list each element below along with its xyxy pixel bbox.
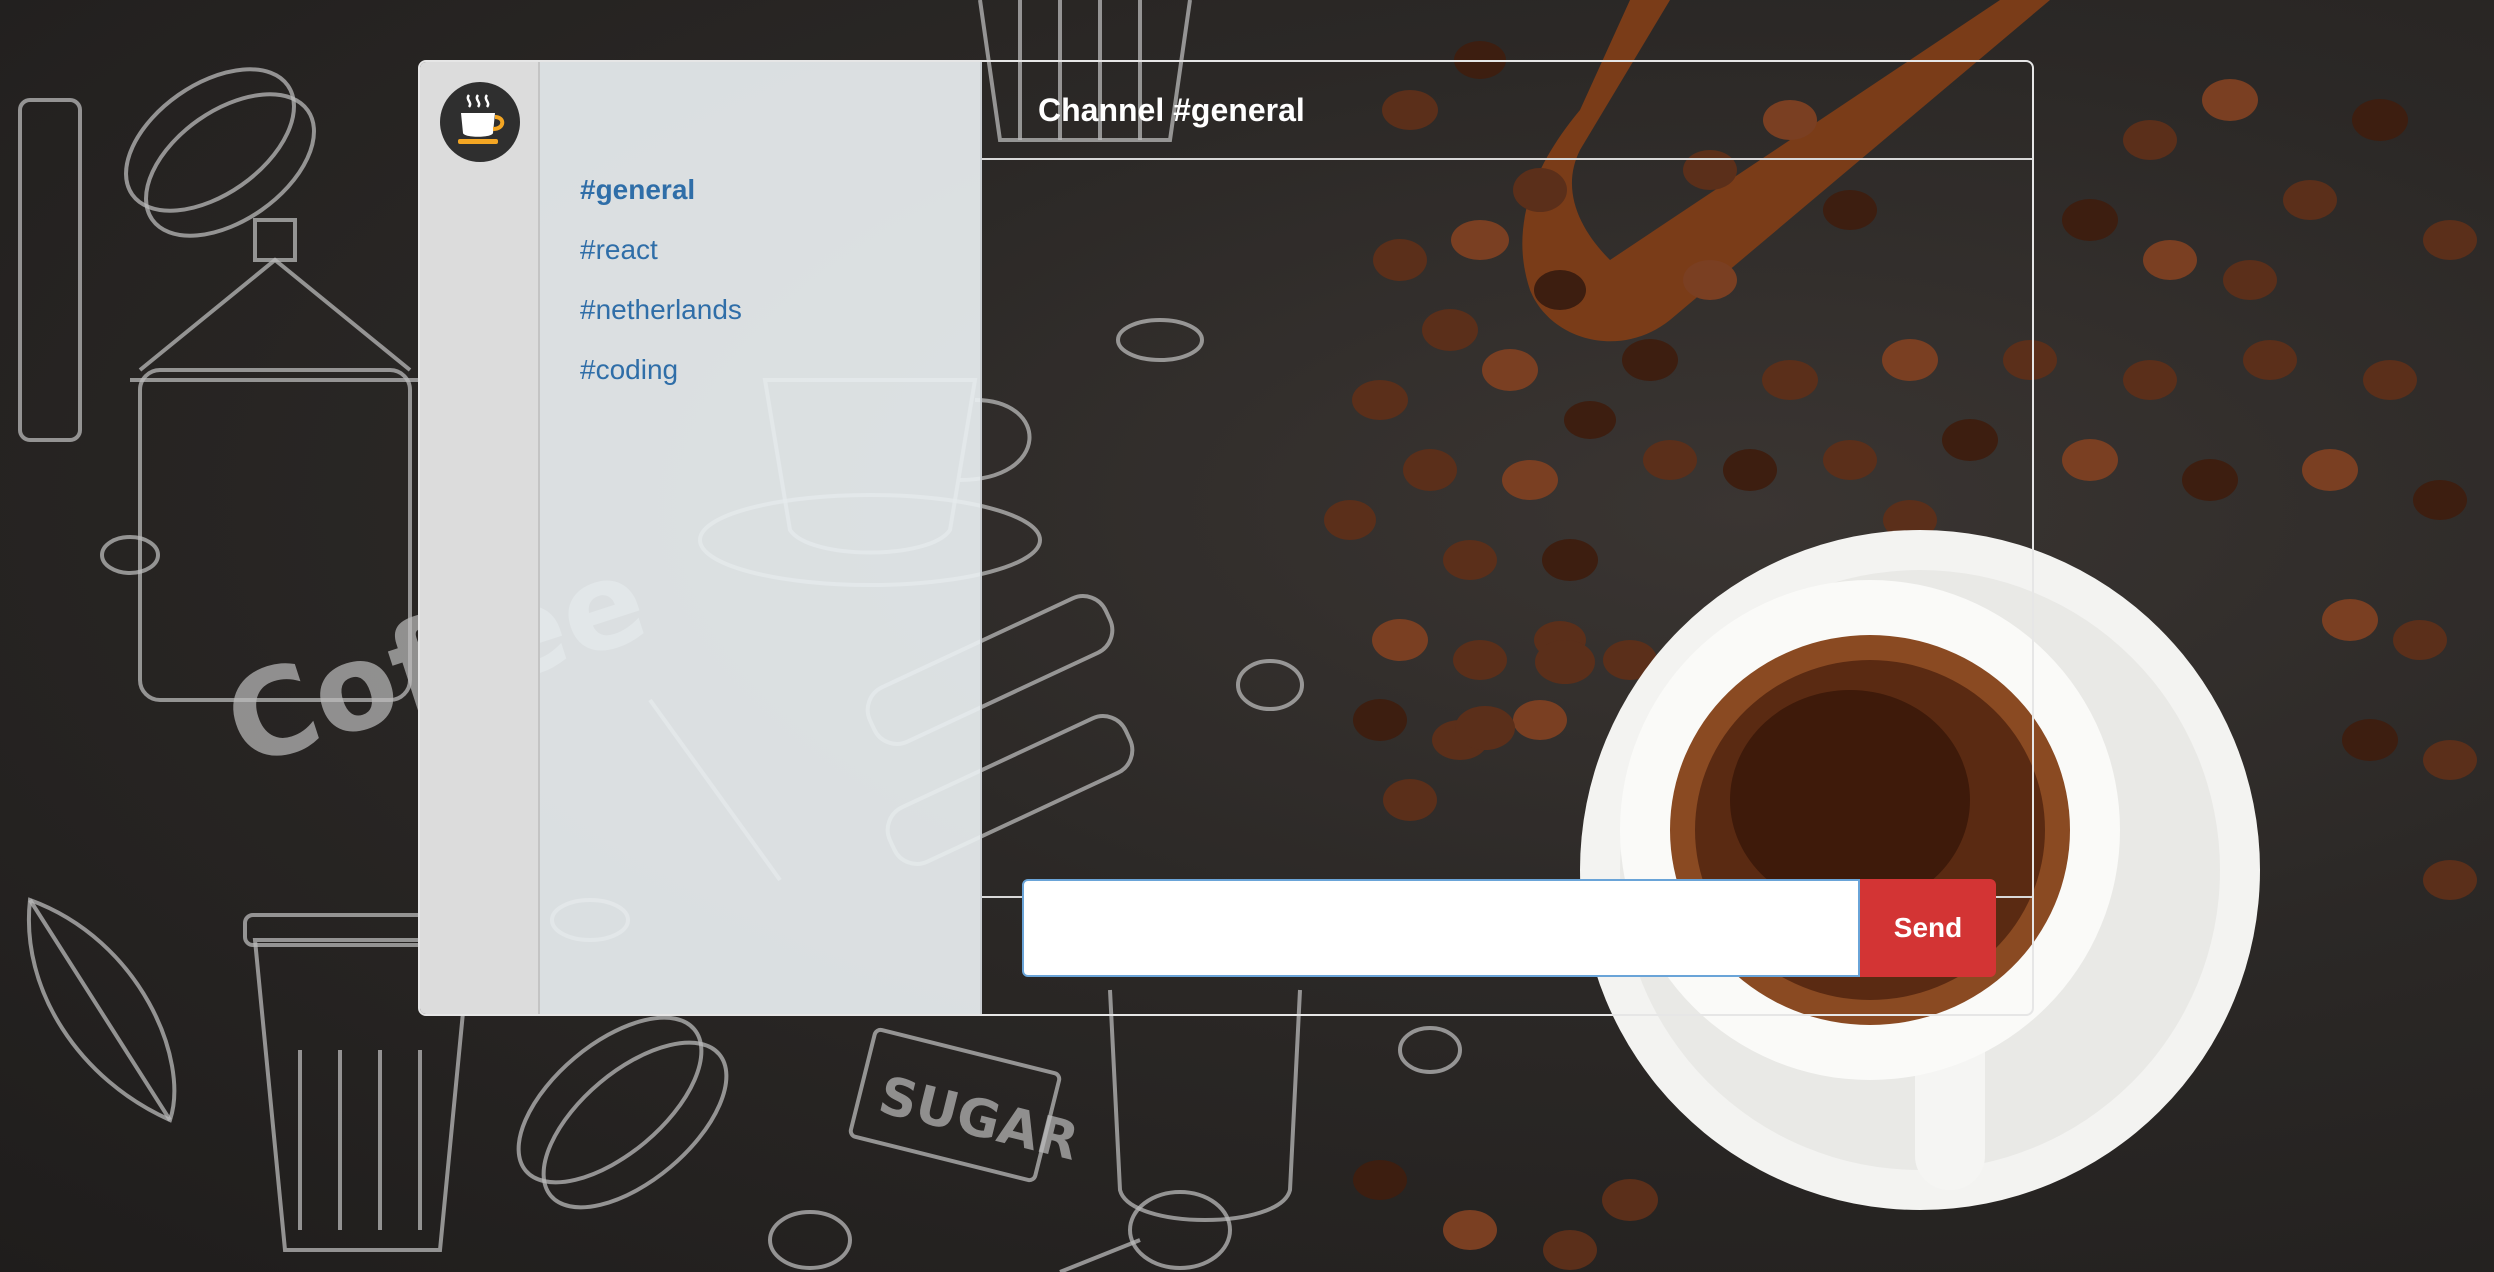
channel-title: Channel #general — [1038, 92, 1305, 128]
chat-app-window: #general #react #netherlands #coding Cha… — [418, 60, 2034, 1016]
channel-item-coding[interactable]: #coding — [580, 340, 742, 400]
channel-item-react[interactable]: #react — [580, 220, 742, 280]
channel-item-netherlands[interactable]: #netherlands — [580, 280, 742, 340]
message-input[interactable] — [1022, 879, 1860, 977]
channel-header: Channel #general — [982, 62, 2032, 160]
chat-main-panel: Channel #general Send — [982, 62, 2032, 1014]
channel-sidebar: #general #react #netherlands #coding — [540, 62, 982, 1014]
send-button[interactable]: Send — [1860, 879, 1996, 977]
message-list[interactable] — [982, 160, 2032, 898]
app-logo[interactable] — [440, 82, 520, 162]
channel-list: #general #react #netherlands #coding — [580, 160, 742, 400]
app-rail — [420, 62, 540, 1014]
coffee-cup-icon — [449, 89, 511, 156]
channel-item-general[interactable]: #general — [580, 160, 742, 220]
message-composer: Send — [1022, 879, 1996, 977]
svg-text:SUGAR: SUGAR — [873, 1066, 1084, 1173]
